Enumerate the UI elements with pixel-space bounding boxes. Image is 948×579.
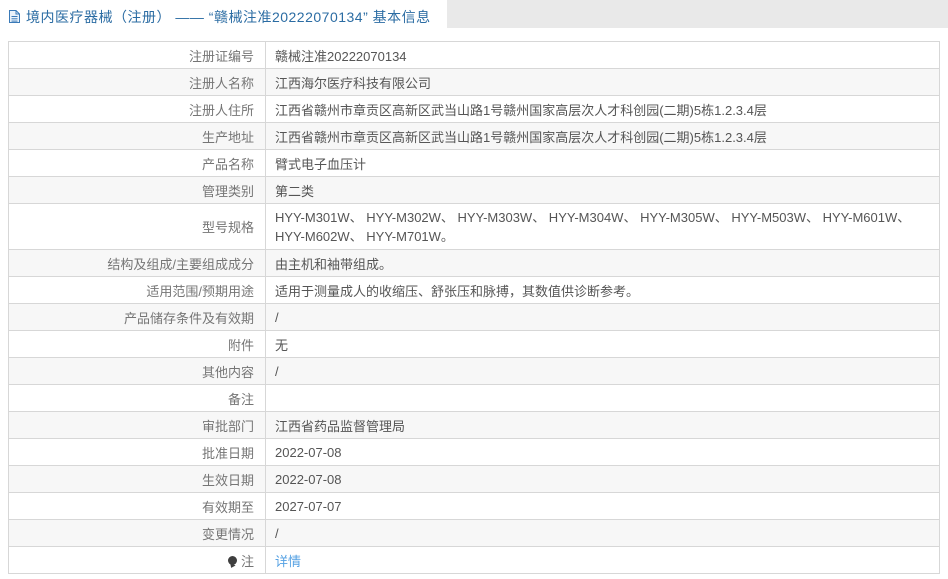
row-value: 2027-07-07: [265, 492, 940, 520]
row-label: 适用范围/预期用途: [8, 276, 266, 304]
table-row-effective-date: 生效日期 2022-07-08: [8, 465, 940, 493]
table-row-certificate-number: 注册证编号 赣械注准20222070134: [8, 41, 940, 69]
table-row-structure-composition: 结构及组成/主要组成成分 由主机和袖带组成。: [8, 249, 940, 277]
table-row-valid-until: 有效期至 2027-07-07: [8, 492, 940, 520]
row-label: 有效期至: [8, 492, 266, 520]
row-value: /: [265, 519, 940, 547]
row-label: 注册证编号: [8, 41, 266, 69]
row-value: 江西省赣州市章贡区高新区武当山路1号赣州国家高层次人才科创园(二期)5栋1.2.…: [265, 95, 940, 123]
table-row-production-address: 生产地址 江西省赣州市章贡区高新区武当山路1号赣州国家高层次人才科创园(二期)5…: [8, 122, 940, 150]
row-value: /: [265, 357, 940, 385]
row-label: 注: [8, 546, 266, 574]
row-label: 批准日期: [8, 438, 266, 466]
row-label: 变更情况: [8, 519, 266, 547]
table-row-intended-use: 适用范围/预期用途 适用于测量成人的收缩压、舒张压和脉搏，其数值供诊断参考。: [8, 276, 940, 304]
row-value: 第二类: [265, 176, 940, 204]
row-label: 注册人名称: [8, 68, 266, 96]
table-row-registrant-name: 注册人名称 江西海尔医疗科技有限公司: [8, 68, 940, 96]
table-row-attachment: 附件 无: [8, 330, 940, 358]
table-row-remarks: 备注: [8, 384, 940, 412]
table-row-management-category: 管理类别 第二类: [8, 176, 940, 204]
table-row-approval-date: 批准日期 2022-07-08: [8, 438, 940, 466]
detail-link[interactable]: 详情: [275, 554, 301, 569]
row-label: 结构及组成/主要组成成分: [8, 249, 266, 277]
row-label: 管理类别: [8, 176, 266, 204]
table-row-approval-department: 审批部门 江西省药品监督管理局: [8, 411, 940, 439]
row-value: 江西海尔医疗科技有限公司: [265, 68, 940, 96]
note-label: 注: [240, 553, 254, 569]
row-label: 产品名称: [8, 149, 266, 177]
row-value: /: [265, 303, 940, 331]
page-title: 境内医疗器械（注册） —— “赣械注准20222070134” 基本信息: [26, 8, 431, 25]
row-value: 由主机和袖带组成。: [265, 249, 940, 277]
row-value: 2022-07-08: [265, 438, 940, 466]
row-label: 型号规格: [8, 203, 266, 250]
table-row-product-name: 产品名称 臂式电子血压计: [8, 149, 940, 177]
row-value: [265, 384, 940, 412]
row-label: 产品储存条件及有效期: [8, 303, 266, 331]
balloon-icon: [227, 555, 238, 567]
row-label: 生产地址: [8, 122, 266, 150]
row-label: 生效日期: [8, 465, 266, 493]
table-row-storage-validity: 产品储存条件及有效期 /: [8, 303, 940, 331]
row-value: 江西省赣州市章贡区高新区武当山路1号赣州国家高层次人才科创园(二期)5栋1.2.…: [265, 122, 940, 150]
row-label: 其他内容: [8, 357, 266, 385]
row-label: 备注: [8, 384, 266, 412]
row-value: 赣械注准20222070134: [265, 41, 940, 69]
table-row-change-status: 变更情况 /: [8, 519, 940, 547]
row-value: 江西省药品监督管理局: [265, 411, 940, 439]
row-value: 适用于测量成人的收缩压、舒张压和脉搏，其数值供诊断参考。: [265, 276, 940, 304]
header-bar: 境内医疗器械（注册） —— “赣械注准20222070134” 基本信息: [0, 0, 948, 33]
table-row-model-spec: 型号规格 HYY-M301W、 HYY-M302W、 HYY-M303W、 HY…: [8, 203, 940, 250]
row-value: 无: [265, 330, 940, 358]
table-row-registrant-address: 注册人住所 江西省赣州市章贡区高新区武当山路1号赣州国家高层次人才科创园(二期)…: [8, 95, 940, 123]
row-label: 附件: [8, 330, 266, 358]
table-row-note: 注 详情: [8, 546, 940, 574]
page-title-tab: 境内医疗器械（注册） —— “赣械注准20222070134” 基本信息: [0, 0, 447, 33]
registration-info-table: 注册证编号 赣械注准20222070134 注册人名称 江西海尔医疗科技有限公司…: [8, 41, 940, 574]
row-label: 审批部门: [8, 411, 266, 439]
table-row-other-content: 其他内容 /: [8, 357, 940, 385]
row-value: HYY-M301W、 HYY-M302W、 HYY-M303W、 HYY-M30…: [265, 203, 940, 250]
row-label: 注册人住所: [8, 95, 266, 123]
document-icon: [8, 9, 21, 24]
row-value: 详情: [265, 546, 940, 574]
row-value: 2022-07-08: [265, 465, 940, 493]
row-value: 臂式电子血压计: [265, 149, 940, 177]
